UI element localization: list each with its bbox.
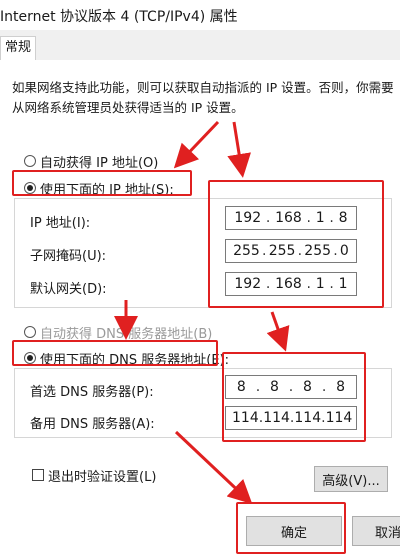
arrow-to-dns-fields: [266, 311, 290, 352]
arrow-to-ok-button: [174, 430, 253, 505]
arrow-to-manual-ip: [173, 120, 220, 169]
annotation-arrows: [114, 120, 290, 505]
arrow-to-ip-fields: [227, 121, 252, 178]
